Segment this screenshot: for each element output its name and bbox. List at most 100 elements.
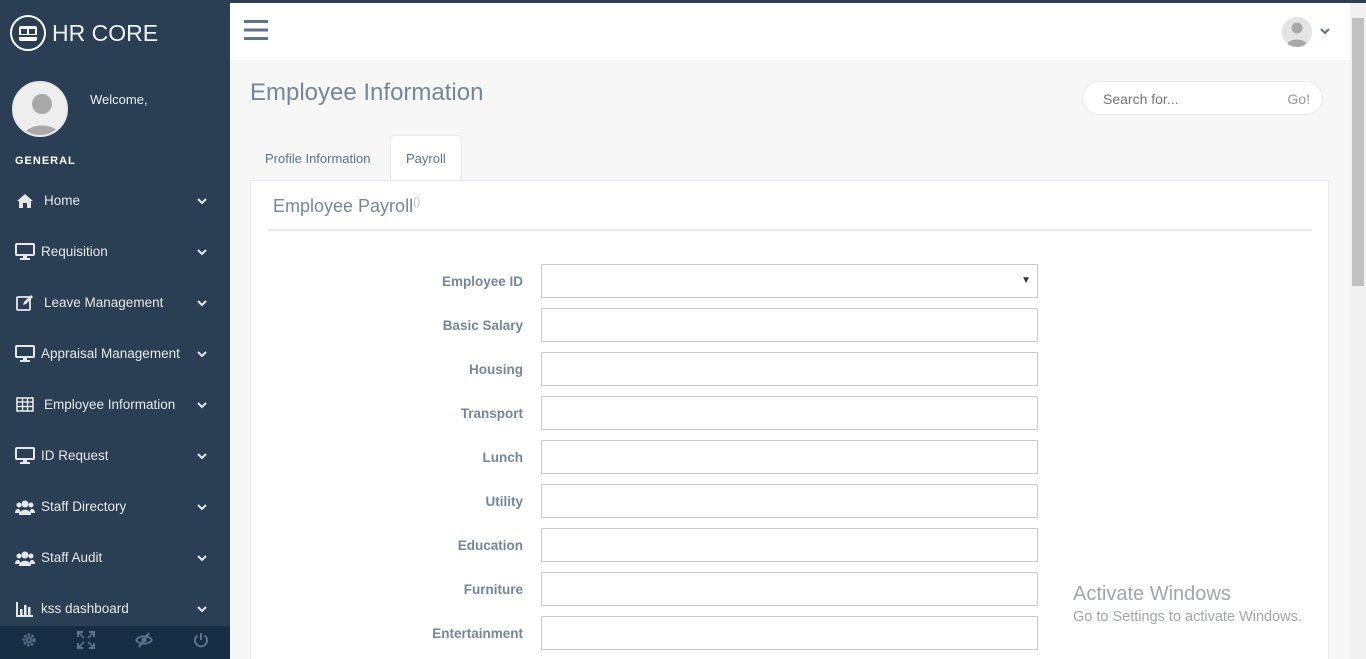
bar-chart-icon [15, 600, 35, 618]
basic-salary-label: Basic Salary [442, 318, 523, 333]
sidebar-item-label: Leave Management [44, 295, 164, 310]
utility-label: Utility [485, 494, 523, 509]
chevron-down-icon [196, 501, 208, 513]
basic-salary-input[interactable] [541, 308, 1038, 342]
employee-id-label: Employee ID [441, 274, 523, 289]
desktop-icon [15, 243, 35, 261]
form-row-entertainment: Entertainment [251, 616, 1051, 650]
search-box: Go! [1082, 81, 1323, 115]
tab-bar: Profile Information Payroll [250, 135, 1329, 181]
education-label: Education [457, 538, 523, 553]
utility-input[interactable] [541, 484, 1038, 518]
user-menu[interactable] [1282, 17, 1330, 47]
sidebar-item-leave-management[interactable]: Leave Management [0, 277, 230, 328]
transport-label: Transport [460, 406, 523, 421]
sidebar-item-home[interactable]: Home [0, 175, 230, 226]
search-go-button[interactable]: Go! [1287, 91, 1310, 107]
lunch-label: Lunch [482, 450, 524, 465]
sidebar-footer [0, 626, 230, 659]
desktop-icon [15, 447, 35, 465]
sidebar-item-label: Appraisal Management [41, 346, 180, 361]
sidebar-item-label: Requisition [41, 244, 108, 259]
desktop-icon [15, 345, 35, 363]
entertainment-label: Entertainment [432, 626, 523, 641]
sidebar-item-employee-information[interactable]: Employee Information [0, 379, 230, 430]
brand-title: HR CORE [52, 19, 159, 46]
employee-id-select[interactable]: ▼ [541, 264, 1038, 298]
sidebar-item-staff-directory[interactable]: Staff Directory [0, 481, 230, 532]
edit-icon [15, 294, 35, 312]
users-icon [15, 498, 35, 516]
watermark-subtitle: Go to Settings to activate Windows. [1073, 609, 1302, 625]
top-navbar-inner [230, 3, 1350, 60]
settings-button[interactable] [0, 626, 58, 659]
sidebar-item-label: ID Request [41, 448, 109, 463]
form-row-education: Education [251, 528, 1051, 562]
housing-label: Housing [469, 362, 523, 377]
gear-icon [21, 632, 37, 653]
brand[interactable]: HR CORE [10, 15, 158, 51]
form-row-utility: Utility [251, 484, 1051, 518]
user-avatar[interactable] [1282, 17, 1312, 47]
sidebar-item-label: Staff Directory [41, 499, 127, 514]
caret-down-icon: ▼ [1021, 275, 1031, 286]
sidebar-item-label: Staff Audit [41, 550, 103, 565]
panel-title-suffix: () [413, 196, 421, 208]
entertainment-input[interactable] [541, 616, 1038, 650]
sidebar-item-label: kss dashboard [41, 601, 129, 616]
page-title: Employee Information [250, 79, 484, 106]
housing-input[interactable] [541, 352, 1038, 386]
chevron-down-icon [196, 552, 208, 564]
home-icon [15, 192, 35, 210]
menu-toggle-button[interactable] [244, 19, 268, 41]
brand-logo-icon [10, 15, 46, 51]
logout-button[interactable] [173, 626, 231, 659]
sidebar-item-label: Home [44, 193, 81, 208]
scrollbar-thumb[interactable] [1352, 18, 1364, 286]
profile-avatar[interactable] [12, 81, 68, 137]
table-icon [15, 396, 35, 414]
tab-profile-information[interactable]: Profile Information [250, 135, 386, 181]
fullscreen-icon [77, 631, 96, 654]
page-scrollbar[interactable] [1350, 3, 1366, 659]
lock-button[interactable] [115, 626, 173, 659]
tab-payroll[interactable]: Payroll [390, 135, 462, 181]
sidebar-item-requisition[interactable]: Requisition [0, 226, 230, 277]
furniture-input[interactable] [541, 572, 1038, 606]
panel-divider [268, 229, 1312, 231]
chevron-down-icon [196, 297, 208, 309]
form-row-furniture: Furniture [251, 572, 1051, 606]
chevron-down-icon [196, 246, 208, 258]
transport-input[interactable] [541, 396, 1038, 430]
education-input[interactable] [541, 528, 1038, 562]
form-row-housing: Housing [251, 352, 1051, 386]
lunch-input[interactable] [541, 440, 1038, 474]
fullscreen-button[interactable] [58, 626, 116, 659]
hamburger-icon [244, 20, 268, 45]
sidebar-item-id-request[interactable]: ID Request [0, 430, 230, 481]
power-icon [193, 632, 209, 653]
users-icon [15, 549, 35, 567]
chevron-down-icon [196, 450, 208, 462]
watermark-title: Activate Windows [1073, 583, 1231, 605]
form-row-transport: Transport [251, 396, 1051, 430]
chevron-down-icon [196, 603, 208, 615]
form-row-employee-id: Employee ID ▼ [251, 264, 1051, 298]
sidebar-item-staff-audit[interactable]: Staff Audit [0, 532, 230, 583]
search-input[interactable] [1103, 91, 1273, 107]
panel-title-text: Employee Payroll [273, 196, 414, 216]
form-row-basic-salary: Basic Salary [251, 308, 1051, 342]
chevron-down-icon [1320, 23, 1330, 41]
activation-watermark: Activate Windows Go to Settings to activ… [1073, 583, 1302, 625]
sidebar-section-title: GENERAL [15, 155, 76, 167]
eye-slash-icon [134, 632, 153, 653]
chevron-down-icon [196, 399, 208, 411]
sidebar: HR CORE Welcome, GENERAL Home Requisitio… [0, 3, 230, 659]
welcome-text: Welcome, [90, 92, 148, 107]
sidebar-item-appraisal-management[interactable]: Appraisal Management [0, 328, 230, 379]
sidebar-item-label: Employee Information [44, 397, 176, 412]
top-navbar [230, 3, 1350, 60]
main-content: Employee Information Go! Profile Informa… [230, 61, 1350, 659]
chevron-down-icon [196, 195, 208, 207]
chevron-down-icon [196, 348, 208, 360]
